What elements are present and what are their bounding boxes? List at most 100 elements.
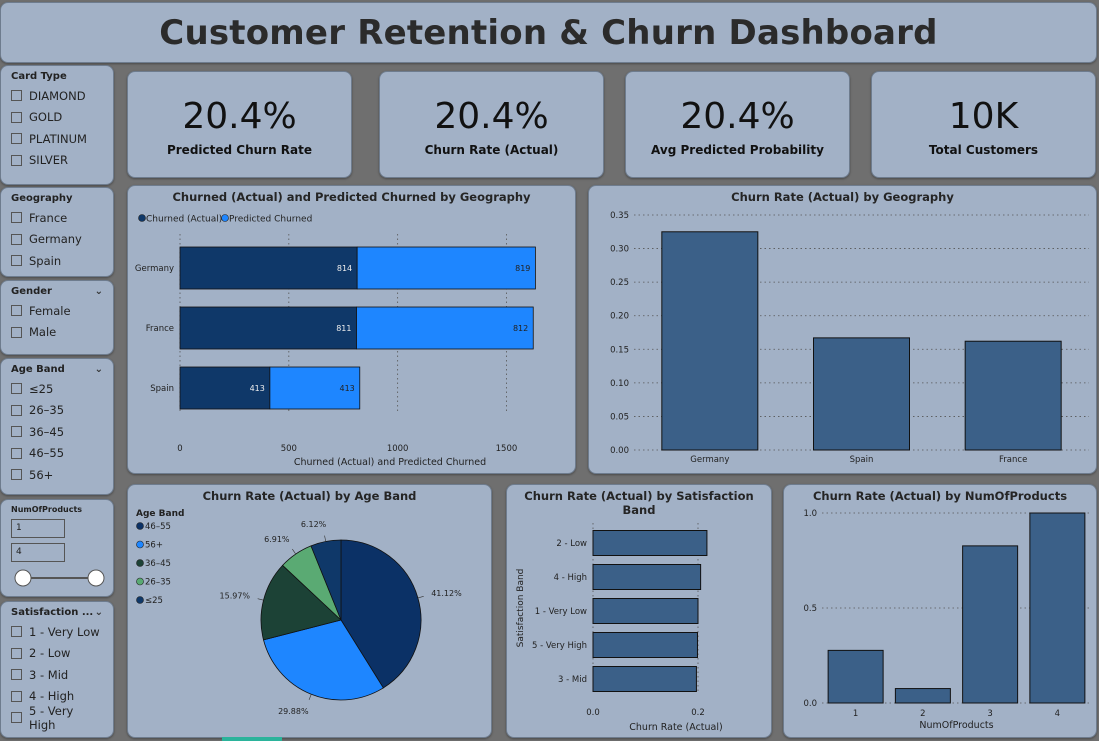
data-label: 413: [339, 384, 354, 393]
x-axis-label: Churn Rate (Actual): [629, 722, 722, 733]
y-tick-label: 0.15: [610, 345, 629, 355]
slicer-option-gold[interactable]: GOLD: [11, 107, 103, 129]
bar: [962, 545, 1019, 704]
chevron-down-icon[interactable]: ⌄: [95, 364, 103, 375]
slicer-option-sat-3[interactable]: 3 - Mid: [11, 664, 103, 686]
legend-label: 46–55: [145, 522, 171, 532]
slicer-option-germany[interactable]: Germany: [11, 229, 103, 251]
x-axis-label: Churned (Actual) and Predicted Churned: [294, 457, 486, 468]
slicer-option-sat-2[interactable]: 2 - Low: [11, 643, 103, 665]
kpi-total-customers: 10K Total Customers: [871, 71, 1096, 178]
kpi-avg-predicted-probability: 20.4% Avg Predicted Probability: [625, 71, 850, 178]
x-tick-label: 4: [1055, 709, 1060, 719]
x-tick-label: 500: [281, 444, 297, 454]
slicer-num-products: NumOfProducts 1 4: [0, 499, 114, 597]
checkbox[interactable]: [11, 326, 22, 338]
y-tick-label: 0.25: [610, 278, 629, 288]
x-axis-label: NumOfProducts: [919, 720, 993, 731]
slicer-option-male[interactable]: Male: [11, 322, 103, 344]
legend-label: 56+: [145, 541, 163, 551]
checkbox[interactable]: [11, 255, 22, 267]
checkbox[interactable]: [11, 111, 22, 123]
slicer-option-age-36-45[interactable]: 36–45: [11, 421, 103, 443]
slicer-option-spain[interactable]: Spain: [11, 250, 103, 272]
checkbox[interactable]: [11, 233, 22, 245]
chart-card-rate-satisfaction: Churn Rate (Actual) by Satisfaction Band…: [506, 484, 772, 738]
slicer-option-diamond[interactable]: DIAMOND: [11, 85, 103, 107]
x-tick-label: 1500: [496, 444, 518, 454]
bar-predicted-churned: [356, 246, 536, 290]
checkbox[interactable]: [11, 426, 22, 438]
chevron-down-icon[interactable]: ⌄: [95, 286, 103, 297]
slicer-title: Gender ⌄: [11, 286, 103, 297]
checkbox[interactable]: [11, 690, 22, 702]
kpi-predicted-churn-rate: 20.4% Predicted Churn Rate: [127, 71, 352, 178]
slicer-geography: Geography France Germany Spain: [0, 187, 114, 277]
slicer-option-female[interactable]: Female: [11, 300, 103, 322]
checkbox[interactable]: [11, 669, 22, 681]
slicer-title: Card Type: [11, 71, 67, 82]
legend-swatch: [136, 596, 144, 604]
checkbox[interactable]: [11, 90, 22, 102]
slicer-option-sat-5[interactable]: 5 - Very High: [11, 704, 103, 732]
data-label: 15.97%: [220, 592, 251, 601]
y-tick-label: 0.20: [610, 312, 629, 322]
slider-handle-max[interactable]: [87, 569, 105, 587]
slicer-satisfaction: Satisfaction ... ⌄ 1 - Very Low 2 - Low 3…: [0, 601, 114, 738]
x-tick-label: 1000: [387, 444, 409, 454]
bar-churned-actual: [179, 306, 357, 350]
y-tick-label: 1 - Very Low: [535, 607, 587, 617]
checkbox[interactable]: [11, 626, 22, 638]
page-tab-indicator: [222, 737, 282, 741]
x-tick-label: 0.0: [586, 708, 600, 718]
slicer-title: Age Band ⌄: [11, 364, 103, 375]
kpi-value: 20.4%: [680, 95, 795, 137]
checkbox[interactable]: [11, 647, 22, 659]
checkbox[interactable]: [11, 133, 22, 145]
chevron-down-icon[interactable]: ⌄: [95, 607, 103, 618]
slicer-option-silver[interactable]: SILVER: [11, 150, 103, 172]
slicer-option-age-56plus[interactable]: 56+: [11, 464, 103, 486]
kpi-value: 20.4%: [434, 95, 549, 137]
bar: [964, 340, 1062, 451]
slicer-option-france[interactable]: France: [11, 207, 103, 229]
checkbox[interactable]: [11, 305, 22, 317]
leader-line: [257, 598, 264, 601]
slicer-option-age-46-55[interactable]: 46–55: [11, 443, 103, 465]
slicer-option-age-le25[interactable]: ≤25: [11, 378, 103, 400]
checkbox[interactable]: [11, 154, 22, 166]
y-tick-label: 2 - Low: [556, 539, 587, 549]
slicer-card-type: Card Type DIAMOND GOLD PLATINUM SILVER: [0, 65, 114, 185]
x-tick-label: 1: [853, 709, 858, 719]
data-label: 819: [515, 264, 530, 273]
bar-predicted-churned: [356, 306, 534, 350]
range-slider[interactable]: [11, 566, 105, 590]
data-label: 29.88%: [278, 707, 309, 716]
checkbox[interactable]: [11, 212, 22, 224]
legend-label: 26–35: [145, 578, 171, 588]
y-tick-label: 3 - Mid: [558, 675, 587, 685]
checkbox[interactable]: [11, 383, 22, 395]
rate-geo-chart: 0.00 0.05 0.10 0.15 0.20 0.25 0.30 0.35 Germany S…: [610, 211, 1089, 465]
checkbox[interactable]: [11, 404, 22, 416]
range-max-input[interactable]: 4: [11, 543, 65, 562]
kpi-value: 10K: [948, 95, 1019, 137]
checkbox[interactable]: [11, 469, 22, 481]
age-pie-chart: Age Band 46–55 56+ 36–45 26–35 ≤25 41.12% 29.88…: [136, 509, 462, 716]
checkbox[interactable]: [11, 447, 22, 459]
checkbox[interactable]: [11, 712, 22, 724]
x-tick-label: 0.2: [691, 708, 705, 718]
range-min-input[interactable]: 1: [11, 519, 65, 538]
x-tick-label: 0: [177, 444, 182, 454]
legend-swatch: [136, 577, 144, 586]
bar: [592, 598, 699, 624]
kpi-label: Churn Rate (Actual): [424, 142, 559, 157]
slicer-option-age-26-35[interactable]: 26–35: [11, 400, 103, 422]
x-tick-label: France: [999, 455, 1027, 465]
slicer-option-sat-1[interactable]: 1 - Very Low: [11, 621, 103, 643]
slider-handle-min[interactable]: [14, 569, 32, 587]
page-title: Customer Retention & Churn Dashboard: [159, 12, 938, 53]
leader-line: [308, 694, 312, 700]
y-tick-label: France: [146, 324, 174, 334]
slicer-option-platinum[interactable]: PLATINUM: [11, 128, 103, 150]
